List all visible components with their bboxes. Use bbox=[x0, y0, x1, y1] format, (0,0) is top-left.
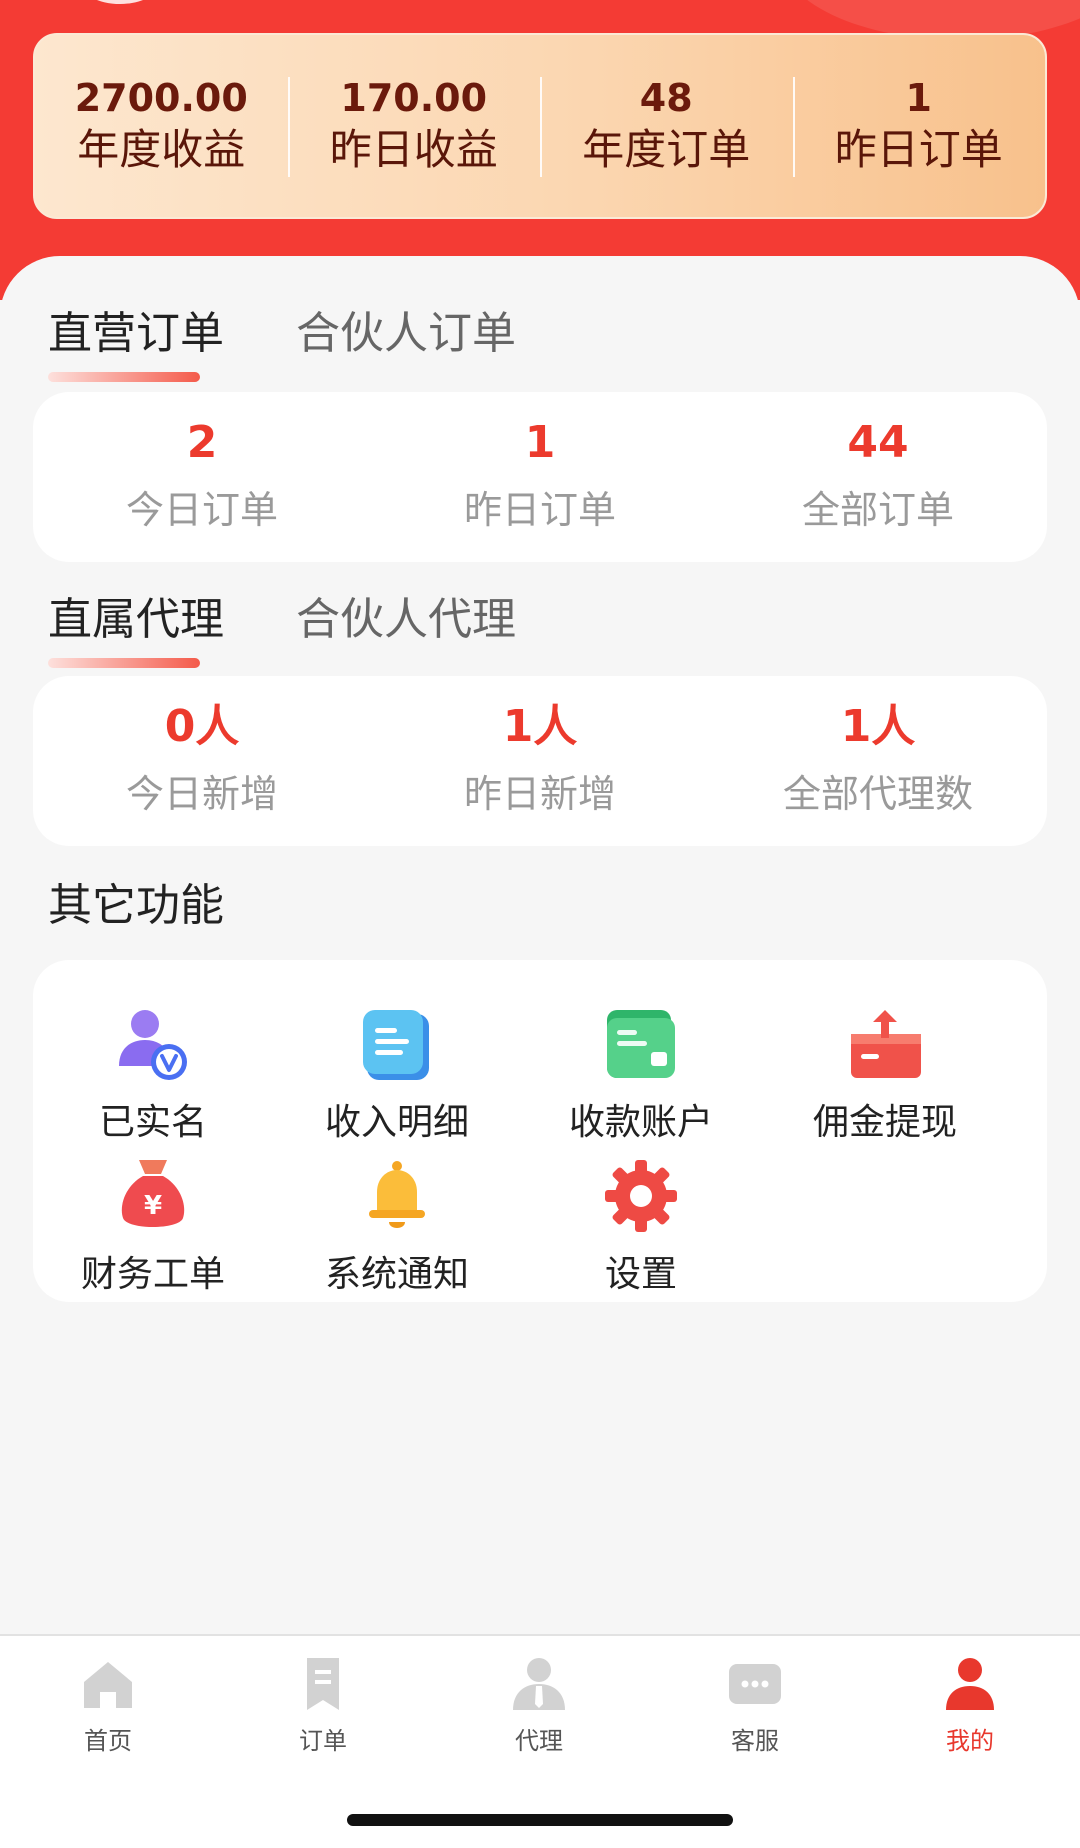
func-label: 收入明细 bbox=[324, 1102, 469, 1143]
metric-all-orders[interactable]: 44 全部订单 bbox=[709, 414, 1047, 540]
metric-value: 1人 bbox=[840, 701, 916, 752]
stat-value: 1 bbox=[905, 76, 932, 120]
func-label: 已实名 bbox=[98, 1102, 207, 1143]
bookmark-icon bbox=[307, 1658, 339, 1710]
metric-today-orders[interactable]: 2 今日订单 bbox=[33, 414, 371, 540]
gear-icon bbox=[605, 1160, 677, 1232]
func-commission-withdraw[interactable]: 佣金提现 bbox=[785, 1004, 985, 1146]
orders-metrics-panel: 2 今日订单 1 昨日订单 44 全部订单 bbox=[33, 392, 1047, 562]
tabbar-orders[interactable]: 订单 bbox=[263, 1654, 383, 1756]
tab-label: 直属代理 bbox=[48, 594, 224, 645]
metric-yesterday-orders[interactable]: 1 昨日订单 bbox=[371, 414, 709, 540]
tab-label: 合伙人代理 bbox=[296, 594, 516, 645]
tab-label: 合伙人订单 bbox=[296, 308, 516, 359]
agents-metrics-panel: 0人 今日新增 1人 昨日新增 1人 全部代理数 bbox=[33, 676, 1047, 846]
verified-user-icon bbox=[119, 1010, 187, 1080]
withdraw-icon bbox=[851, 1010, 921, 1078]
stat-label: 昨日收益 bbox=[329, 125, 498, 174]
orders-tabs: 直营订单 合伙人订单 bbox=[48, 304, 588, 384]
func-settings[interactable]: 设置 bbox=[541, 1156, 741, 1298]
metric-all-agents[interactable]: 1人 全部代理数 bbox=[709, 698, 1047, 824]
tab-partner-orders[interactable]: 合伙人订单 bbox=[296, 304, 516, 364]
tabbar-agents[interactable]: 代理 bbox=[479, 1654, 599, 1756]
stat-value: 170.00 bbox=[340, 76, 488, 120]
tab-direct-orders[interactable]: 直营订单 bbox=[48, 304, 224, 382]
chat-icon bbox=[729, 1664, 781, 1704]
header-decoration bbox=[80, 0, 160, 4]
main-content: 直营订单 合伙人订单 2 今日订单 1 昨日订单 44 全部订单 直属代理 合伙… bbox=[0, 256, 1080, 1636]
func-label: 佣金提现 bbox=[812, 1102, 957, 1143]
func-verified[interactable]: 已实名 bbox=[53, 1004, 253, 1146]
agent-icon bbox=[513, 1658, 565, 1710]
func-system-notice[interactable]: 系统通知 bbox=[297, 1156, 497, 1298]
tabbar-label: 订单 bbox=[299, 1727, 347, 1755]
home-indicator[interactable] bbox=[347, 1814, 733, 1826]
metric-value: 2 bbox=[186, 417, 218, 468]
tabbar-label: 代理 bbox=[515, 1727, 563, 1755]
metric-label: 昨日新增 bbox=[463, 772, 616, 816]
tabbar-home[interactable]: 首页 bbox=[48, 1654, 168, 1756]
agents-tabs: 直属代理 合伙人代理 bbox=[48, 590, 588, 670]
tab-active-underline bbox=[48, 372, 200, 382]
svg-text:¥: ¥ bbox=[144, 1191, 162, 1221]
tabbar-label: 我的 bbox=[946, 1727, 994, 1755]
home-icon bbox=[84, 1662, 132, 1708]
func-income-detail[interactable]: 收入明细 bbox=[297, 1004, 497, 1146]
func-finance-ticket[interactable]: ¥ 财务工单 bbox=[53, 1156, 253, 1298]
func-label: 设置 bbox=[604, 1254, 677, 1295]
functions-panel: 已实名 收入明细 收款账户 佣金提现 ¥ 财务工单 系统通知 设置 bbox=[33, 960, 1047, 1302]
stat-value: 2700.00 bbox=[74, 76, 248, 120]
stat-yesterday-income[interactable]: 170.00 昨日收益 bbox=[287, 71, 541, 181]
tab-label: 直营订单 bbox=[48, 308, 224, 359]
tabbar-label: 首页 bbox=[84, 1727, 132, 1755]
stat-value: 48 bbox=[639, 76, 693, 120]
stat-yesterday-orders[interactable]: 1 昨日订单 bbox=[792, 71, 1046, 181]
wallet-icon bbox=[607, 1010, 675, 1078]
metric-value: 44 bbox=[847, 417, 909, 468]
income-detail-icon bbox=[363, 1010, 429, 1080]
stat-label: 年度收益 bbox=[77, 125, 246, 174]
stat-label: 年度订单 bbox=[582, 125, 751, 174]
tabbar-label: 客服 bbox=[731, 1727, 779, 1755]
metric-yesterday-new-agents[interactable]: 1人 昨日新增 bbox=[371, 698, 709, 824]
func-label: 收款账户 bbox=[568, 1102, 713, 1143]
tab-active-underline bbox=[48, 658, 200, 668]
metric-label: 昨日订单 bbox=[463, 488, 616, 532]
metric-value: 0人 bbox=[164, 701, 240, 752]
money-bag-icon: ¥ bbox=[121, 1160, 185, 1227]
metric-label: 全部代理数 bbox=[782, 772, 973, 816]
tab-partner-agents[interactable]: 合伙人代理 bbox=[296, 590, 516, 650]
metric-label: 今日新增 bbox=[125, 772, 278, 816]
func-label: 系统通知 bbox=[324, 1254, 469, 1295]
stat-label: 昨日订单 bbox=[834, 125, 1003, 174]
stat-annual-orders[interactable]: 48 年度订单 bbox=[540, 71, 793, 181]
earnings-summary-card: 2700.00 年度收益 170.00 昨日收益 48 年度订单 1 昨日订单 bbox=[33, 33, 1047, 219]
metric-value: 1 bbox=[524, 417, 556, 468]
func-label: 财务工单 bbox=[80, 1254, 225, 1295]
func-payment-account[interactable]: 收款账户 bbox=[541, 1004, 741, 1146]
metric-label: 今日订单 bbox=[125, 488, 278, 532]
other-functions-title: 其它功能 bbox=[48, 880, 224, 931]
bell-icon bbox=[369, 1161, 425, 1228]
tabbar-mine[interactable]: 我的 bbox=[910, 1654, 1030, 1756]
metric-value: 1人 bbox=[502, 701, 578, 752]
tabbar-service[interactable]: 客服 bbox=[695, 1654, 815, 1756]
stat-annual-income[interactable]: 2700.00 年度收益 bbox=[35, 71, 288, 181]
metric-today-new-agents[interactable]: 0人 今日新增 bbox=[33, 698, 371, 824]
person-icon bbox=[946, 1658, 994, 1710]
metric-label: 全部订单 bbox=[801, 488, 954, 532]
tab-direct-agents[interactable]: 直属代理 bbox=[48, 590, 224, 668]
